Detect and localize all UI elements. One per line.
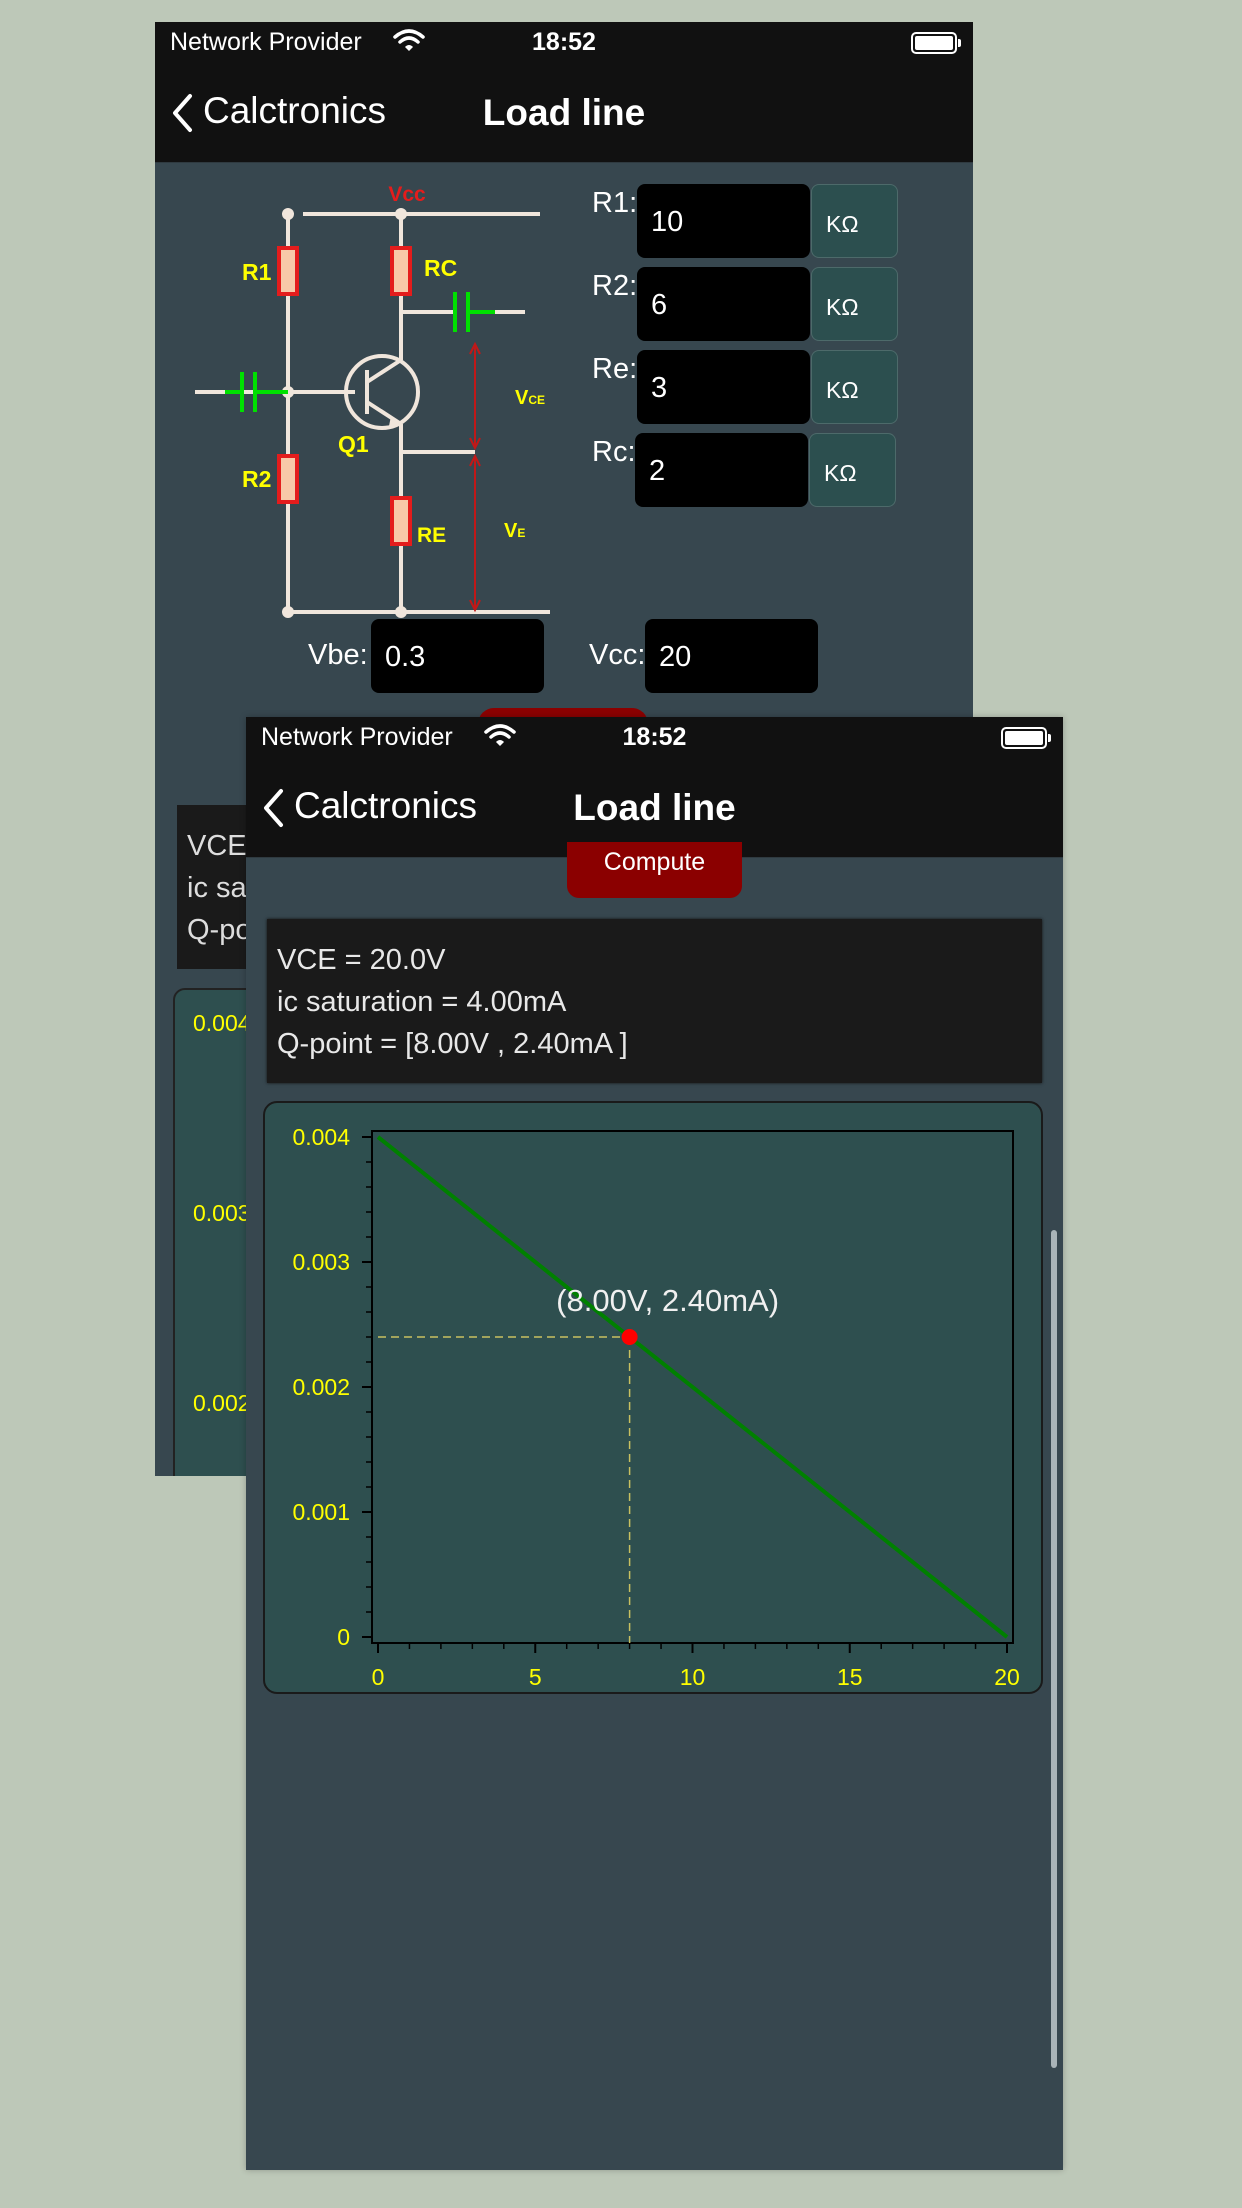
page-title: Load line xyxy=(573,787,736,828)
re-label: RE xyxy=(417,524,446,547)
q-point-marker xyxy=(621,1329,638,1345)
clock: 18:52 xyxy=(532,28,596,56)
rc-input[interactable]: 2 xyxy=(635,433,808,507)
tick-label: 0.003 xyxy=(193,1200,251,1226)
re-field-label: Re: xyxy=(592,353,638,385)
y-tick-label: 0 xyxy=(337,1624,350,1650)
r2-field-label: R2: xyxy=(592,270,638,302)
x-tick-label: 20 xyxy=(994,1664,1020,1690)
r1-unit-button[interactable]: KΩ xyxy=(811,184,898,258)
load-line xyxy=(376,1135,1009,1639)
tick-label: 0.002 xyxy=(193,1390,251,1416)
results-panel: VCE = 20.0V ic saturation = 4.00mA Q-poi… xyxy=(267,919,1042,1083)
nav-bar: Calctronics Load line xyxy=(155,66,973,163)
compute-button[interactable]: Compute xyxy=(567,842,742,898)
q-point-label: (8.00V, 2.40mA) xyxy=(556,1283,779,1318)
y-tick-label: 0.002 xyxy=(292,1374,350,1400)
ic-saturation-result: ic saturation = 4.00mA xyxy=(277,986,567,1018)
r1-field-label: R1: xyxy=(592,187,638,219)
load-line-chart-panel: 0 0.001 0.002 0.003 0.004 0 5 10 15 20 (8.00V, 2.4… xyxy=(263,1101,1043,1694)
vbe-input[interactable]: 0.3 xyxy=(371,619,544,693)
status-bar: Network Provider 18:52 xyxy=(246,717,1063,761)
tick-label: 0.004 xyxy=(193,1010,251,1036)
battery-icon xyxy=(911,32,961,54)
vcc-field-label: Vcc: xyxy=(589,639,646,671)
rc-field-label: Rc: xyxy=(592,436,636,468)
voltage-arrows xyxy=(469,341,481,613)
x-tick-label: 10 xyxy=(680,1664,706,1690)
q1-label: Q1 xyxy=(338,431,369,457)
rc-label: RC xyxy=(424,255,457,281)
x-tick-label: 15 xyxy=(837,1664,863,1690)
r1-label: R1 xyxy=(242,259,272,285)
clock: 18:52 xyxy=(622,723,687,751)
re-input[interactable]: 3 xyxy=(637,350,810,424)
vce-label: VCE xyxy=(515,387,545,409)
x-tick-label: 0 xyxy=(372,1664,385,1690)
load-line-chart: 0 0.001 0.002 0.003 0.004 0 5 10 15 20 (8.00V, 2.4… xyxy=(292,1124,1020,1690)
vce-result: VCE = 20.0V xyxy=(277,944,446,976)
scroll-indicator[interactable] xyxy=(1051,1230,1057,2068)
y-tick-label: 0.001 xyxy=(292,1499,350,1525)
vcc-label: Vcc xyxy=(388,183,426,206)
r2-unit-button[interactable]: KΩ xyxy=(811,267,898,341)
re-unit-button[interactable]: KΩ xyxy=(811,350,898,424)
y-tick-label: 0.004 xyxy=(292,1124,350,1150)
r2-label: R2 xyxy=(242,466,271,492)
vcc-input[interactable]: 20 xyxy=(645,619,818,693)
status-bar: Network Provider 18:52 xyxy=(155,22,973,66)
r1-input[interactable]: 10 xyxy=(637,184,810,258)
vbe-field-label: Vbe: xyxy=(308,639,368,671)
ve-label: VE xyxy=(504,520,525,542)
q-point-result: Q-point = [8.00V , 2.40mA ] xyxy=(277,1028,628,1060)
rc-unit-button[interactable]: KΩ xyxy=(809,433,896,507)
front-screen: Network Provider 18:52 Calctronics Load … xyxy=(246,717,1063,2170)
x-tick-label: 5 xyxy=(529,1664,542,1690)
battery-icon xyxy=(1001,727,1051,749)
y-tick-label: 0.003 xyxy=(292,1249,350,1275)
r2-input[interactable]: 6 xyxy=(637,267,810,341)
page-title: Load line xyxy=(482,92,646,133)
